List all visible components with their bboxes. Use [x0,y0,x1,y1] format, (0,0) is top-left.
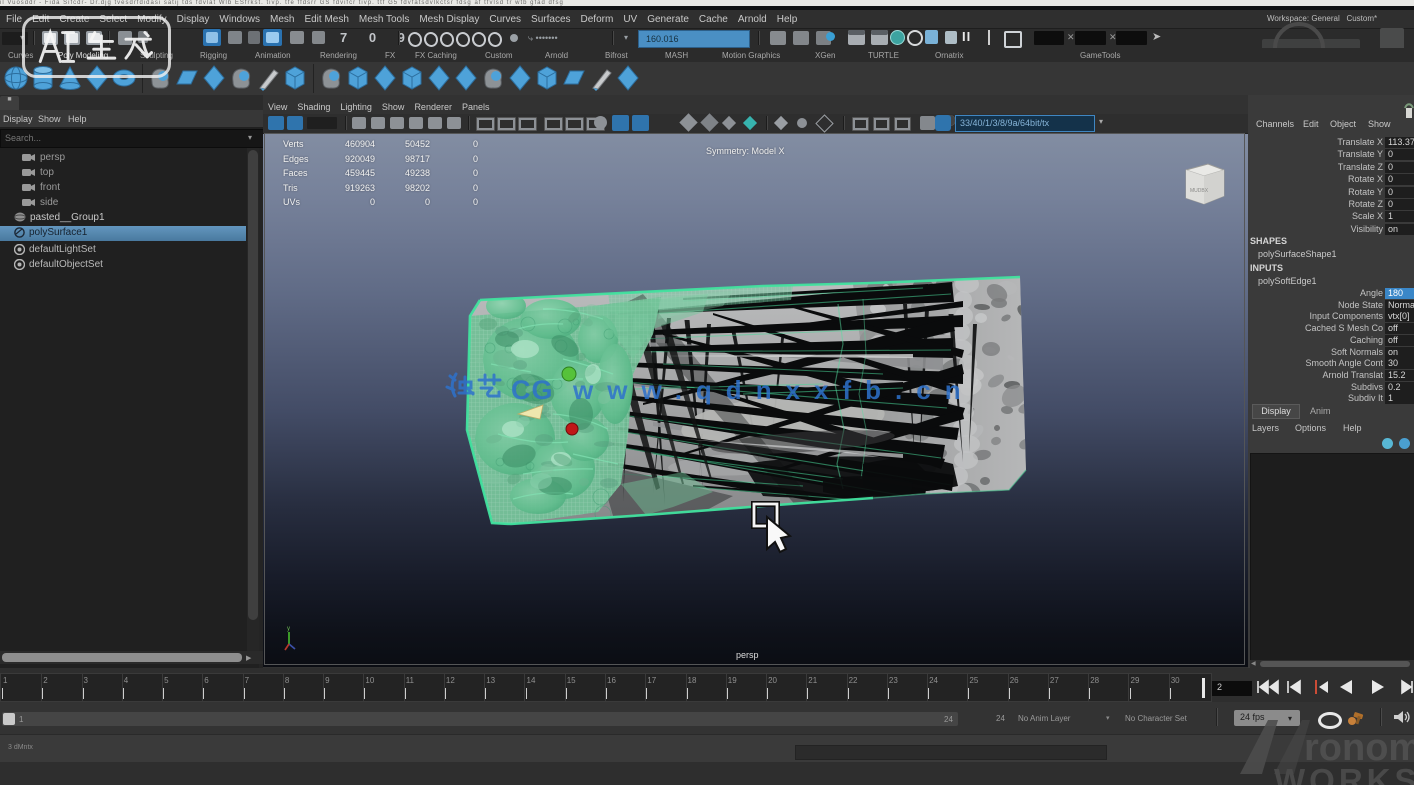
svg-text:y: y [287,626,290,632]
svg-text:WORKSH: WORKSH [1274,762,1414,785]
svg-text:MUDBX: MUDBX [1190,188,1209,194]
svg-text:www.qdnxxfb.cn: www.qdnxxfb.cn [572,375,975,405]
svg-text:CG: CG [511,375,554,405]
svg-text:persp: persp [736,650,759,660]
